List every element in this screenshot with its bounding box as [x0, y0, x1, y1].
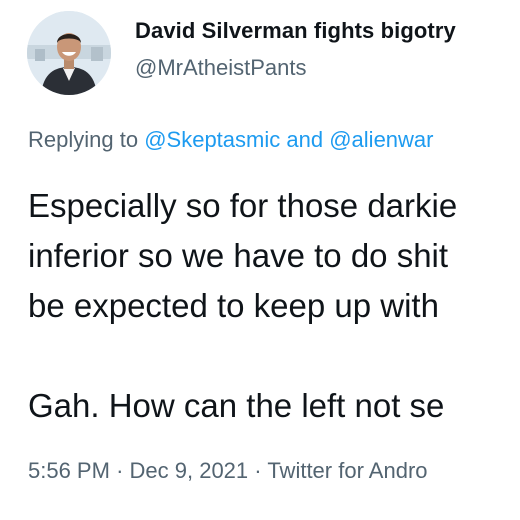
- mention-link-skeptasmic[interactable]: @Skeptasmic: [144, 127, 280, 152]
- replying-to-line: Replying to @Skeptasmic and @alienwar: [28, 127, 433, 153]
- meta-separator: ·: [254, 458, 262, 483]
- tweet-card: David Silverman fights bigotry @MrAtheis…: [0, 0, 520, 520]
- tweet-metadata: 5:56 PM · Dec 9, 2021 · Twitter for Andr…: [28, 458, 428, 484]
- mention-link-alienwar[interactable]: @alienwar: [329, 127, 433, 152]
- profile-photo-icon: [27, 11, 111, 95]
- tweet-time[interactable]: 5:56 PM: [28, 458, 110, 483]
- tweet-client: Twitter for Andro: [267, 458, 428, 483]
- replying-to-label: Replying to: [28, 127, 139, 152]
- tweet-date[interactable]: Dec 9, 2021: [130, 458, 249, 483]
- author-display-name[interactable]: David Silverman fights bigotry: [135, 18, 456, 44]
- avatar[interactable]: [27, 11, 111, 95]
- tweet-text-line: be expected to keep up with: [28, 287, 439, 324]
- tweet-text-line: inferior so we have to do shit: [28, 237, 449, 274]
- mention-connector: and: [286, 127, 324, 152]
- tweet-text-line: Especially so for those darkie: [28, 187, 458, 224]
- tweet-text-line: Gah. How can the left not se: [28, 387, 445, 424]
- author-handle[interactable]: @MrAtheistPants: [135, 55, 307, 81]
- meta-separator: ·: [116, 458, 124, 483]
